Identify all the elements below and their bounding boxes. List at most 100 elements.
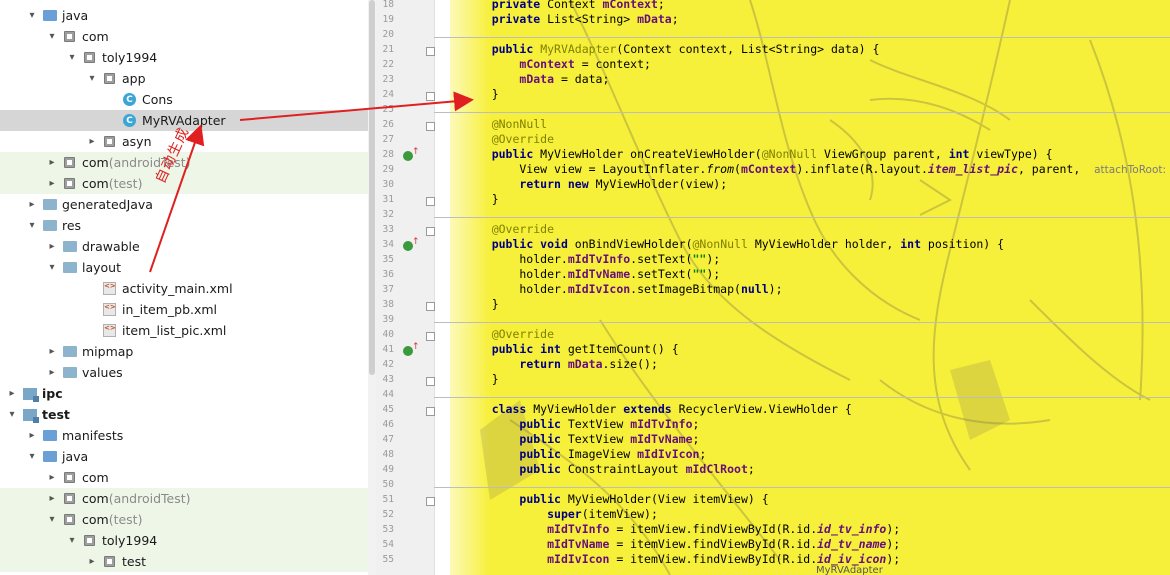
tree-item[interactable]: ▾ layout [0,257,376,278]
fold-toggle-icon[interactable] [426,92,435,101]
chevron-right-icon[interactable]: ▸ [26,199,38,211]
tree-item[interactable]: ▸ ipc [0,383,376,404]
tree-item[interactable]: ▾ com (test) [0,509,376,530]
fold-toggle-icon[interactable] [426,302,435,311]
code-line[interactable]: holder.mIdIvIcon.setImageBitmap(null); [464,282,782,296]
tree-item[interactable]: C Cons [0,89,376,110]
chevron-down-icon[interactable]: ▾ [26,220,38,232]
override-gutter-icon[interactable] [403,342,420,356]
chevron-right-icon[interactable]: ▸ [46,493,58,505]
code-line[interactable]: public void onBindViewHolder(@NonNull My… [464,237,1004,251]
tree-item[interactable]: ▾ toly1994 [0,47,376,68]
fold-toggle-icon[interactable] [426,407,435,416]
package-icon [62,492,77,505]
tree-item[interactable]: ▸ com (androidTest) [0,152,376,173]
fold-toggle-icon[interactable] [426,227,435,236]
chevron-right-icon[interactable]: ▸ [86,136,98,148]
code-line[interactable]: public MyViewHolder onCreateViewHolder(@… [464,147,1053,161]
chevron-down-icon[interactable]: ▾ [26,451,38,463]
tree-item[interactable]: ▾ test [0,404,376,425]
code-line[interactable]: private Context mContext; [464,0,665,11]
code-line[interactable]: private List<String> mData; [464,12,679,26]
tree-item[interactable]: ▸ com (test) [0,173,376,194]
code-editor[interactable]: 18 19 20 21 22 23 24 25 26 27 28 29 30 31 32 33 34 35 36 37… [376,0,1170,575]
code-line[interactable]: View view = LayoutInflater.from(mContext… [464,162,1170,176]
tree-item[interactable]: ▾ java [0,5,376,26]
chevron-right-icon[interactable]: ▸ [6,388,18,400]
tree-item[interactable]: C MyRVAdapter [0,110,376,131]
tree-item[interactable]: ▸ manifests [0,425,376,446]
code-line[interactable]: public TextView mIdTvName; [464,432,699,446]
code-line[interactable]: public MyRVAdapter(Context context, List… [464,42,880,56]
chevron-right-icon[interactable]: ▸ [46,178,58,190]
fold-toggle-icon[interactable] [426,497,435,506]
chevron-down-icon[interactable]: ▾ [6,409,18,421]
chevron-right-icon[interactable]: ▸ [46,367,58,379]
fold-toggle-icon[interactable] [426,122,435,131]
code-line[interactable]: return mData.size(); [464,357,658,371]
fold-toggle-icon[interactable] [426,377,435,386]
tree-item[interactable]: item_list_pic.xml [0,320,376,341]
tree-item[interactable]: ▾ java [0,446,376,467]
tree-item[interactable]: ▸ generatedJava [0,194,376,215]
override-gutter-icon[interactable] [403,237,420,251]
code-line[interactable]: @Override [464,327,554,341]
editor-breadcrumb[interactable]: MyRVAdapter [816,565,883,575]
tree-item[interactable]: ▸ com (androidTest) [0,488,376,509]
code-line[interactable]: holder.mIdTvName.setText(""); [464,267,720,281]
code-line[interactable]: mIdTvInfo = itemView.findViewById(R.id.i… [464,522,900,536]
chevron-right-icon[interactable]: ▸ [26,430,38,442]
code-line[interactable]: public MyViewHolder(View itemView) { [464,492,768,506]
chevron-down-icon[interactable]: ▾ [26,10,38,22]
code-line[interactable]: public ImageView mIdIvIcon; [464,447,706,461]
code-line[interactable]: super(itemView); [464,507,658,521]
code-line[interactable]: return new MyViewHolder(view); [464,177,727,191]
method-separator [434,487,1170,488]
code-line[interactable]: @Override [464,132,554,146]
tree-item[interactable]: ▸ test [0,551,376,572]
code-line[interactable]: } [464,87,499,101]
source-folder-icon [42,9,57,22]
code-line[interactable]: } [464,192,499,206]
chevron-down-icon[interactable]: ▾ [66,52,78,64]
chevron-right-icon[interactable]: ▸ [46,157,58,169]
chevron-down-icon[interactable]: ▾ [86,73,98,85]
tree-item[interactable]: ▸ drawable [0,236,376,257]
tree-item[interactable]: ▸ mipmap [0,341,376,362]
code-line[interactable]: mData = data; [464,72,609,86]
code-line[interactable]: @Override [464,222,554,236]
chevron-down-icon[interactable]: ▾ [66,535,78,547]
chevron-down-icon[interactable]: ▾ [46,514,58,526]
chevron-right-icon[interactable]: ▸ [46,346,58,358]
override-gutter-icon[interactable] [403,147,420,161]
code-line[interactable]: class MyViewHolder extends RecyclerView.… [464,402,852,416]
tree-item[interactable]: ▾ com [0,26,376,47]
tree-item[interactable]: ▾ toly1994 [0,530,376,551]
code-line[interactable]: public TextView mIdTvInfo; [464,417,699,431]
code-line[interactable]: public int getItemCount() { [464,342,679,356]
chevron-down-icon[interactable]: ▾ [46,262,58,274]
code-line[interactable]: mContext = context; [464,57,651,71]
fold-toggle-icon[interactable] [426,47,435,56]
code-line[interactable]: } [464,297,499,311]
tree-scrollbar-thumb[interactable] [369,0,375,375]
module-icon [22,387,39,402]
chevron-right-icon[interactable]: ▸ [86,556,98,568]
chevron-down-icon[interactable]: ▾ [46,31,58,43]
fold-toggle-icon[interactable] [426,197,435,206]
code-line[interactable]: holder.mIdTvInfo.setText(""); [464,252,720,266]
code-line[interactable]: mIdIvIcon = itemView.findViewById(R.id.i… [464,552,900,566]
code-line[interactable]: } [464,372,499,386]
code-line[interactable]: public ConstraintLayout mIdClRoot; [464,462,754,476]
fold-toggle-icon[interactable] [426,332,435,341]
tree-item[interactable]: ▸ com [0,467,376,488]
tree-item[interactable]: activity_main.xml [0,278,376,299]
code-line[interactable]: @NonNull [464,117,547,131]
tree-item[interactable]: in_item_pb.xml [0,299,376,320]
tree-item[interactable]: ▸ values [0,362,376,383]
chevron-right-icon[interactable]: ▸ [46,241,58,253]
tree-item[interactable]: ▾ res [0,215,376,236]
tree-item[interactable]: ▾ app [0,68,376,89]
code-line[interactable]: mIdTvName = itemView.findViewById(R.id.i… [464,537,900,551]
chevron-right-icon[interactable]: ▸ [46,472,58,484]
